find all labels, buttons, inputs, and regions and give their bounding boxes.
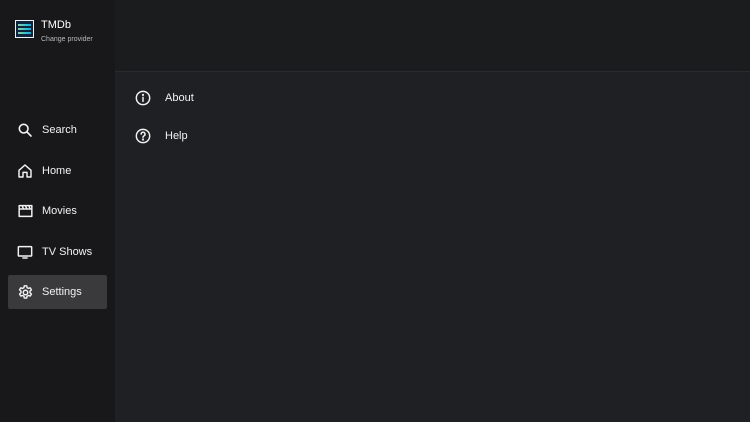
- sidebar: TMDb Change provider Search Home Movies …: [0, 0, 115, 422]
- sidebar-item-settings[interactable]: Settings: [8, 275, 107, 309]
- change-provider-link[interactable]: Change provider: [41, 34, 93, 45]
- clapperboard-icon: [16, 202, 34, 220]
- sidebar-item-label: Search: [42, 124, 77, 136]
- provider-switcher[interactable]: TMDb Change provider: [15, 19, 93, 45]
- search-icon: [16, 121, 34, 139]
- sidebar-item-label: Movies: [42, 205, 77, 217]
- help-circle-icon: [134, 127, 152, 145]
- menu-item-help[interactable]: Help: [134, 117, 194, 155]
- provider-name: TMDb: [41, 19, 71, 31]
- gear-icon: [16, 283, 34, 301]
- sidebar-item-label: Home: [42, 164, 72, 177]
- menu-item-label: About: [165, 92, 194, 104]
- tv-icon: [16, 243, 34, 261]
- sidebar-item-movies[interactable]: Movies: [8, 194, 107, 228]
- sidebar-nav: Search Home Movies TV Shows Settings: [8, 113, 107, 316]
- settings-menu: About Help: [134, 79, 194, 155]
- info-icon: [134, 89, 152, 107]
- home-icon: [16, 162, 34, 180]
- sidebar-item-search[interactable]: Search: [8, 113, 107, 147]
- sidebar-item-home[interactable]: Home: [8, 154, 107, 188]
- sidebar-item-label: TV Shows: [42, 245, 93, 258]
- menu-item-about[interactable]: About: [134, 79, 194, 117]
- menu-item-label: Help: [165, 130, 188, 142]
- sidebar-item-label: Settings: [42, 286, 82, 298]
- settings-panel: About Help: [115, 72, 750, 422]
- provider-logo: [15, 20, 34, 38]
- sidebar-item-tv-shows[interactable]: TV Shows: [8, 235, 107, 269]
- top-bar: [115, 0, 750, 72]
